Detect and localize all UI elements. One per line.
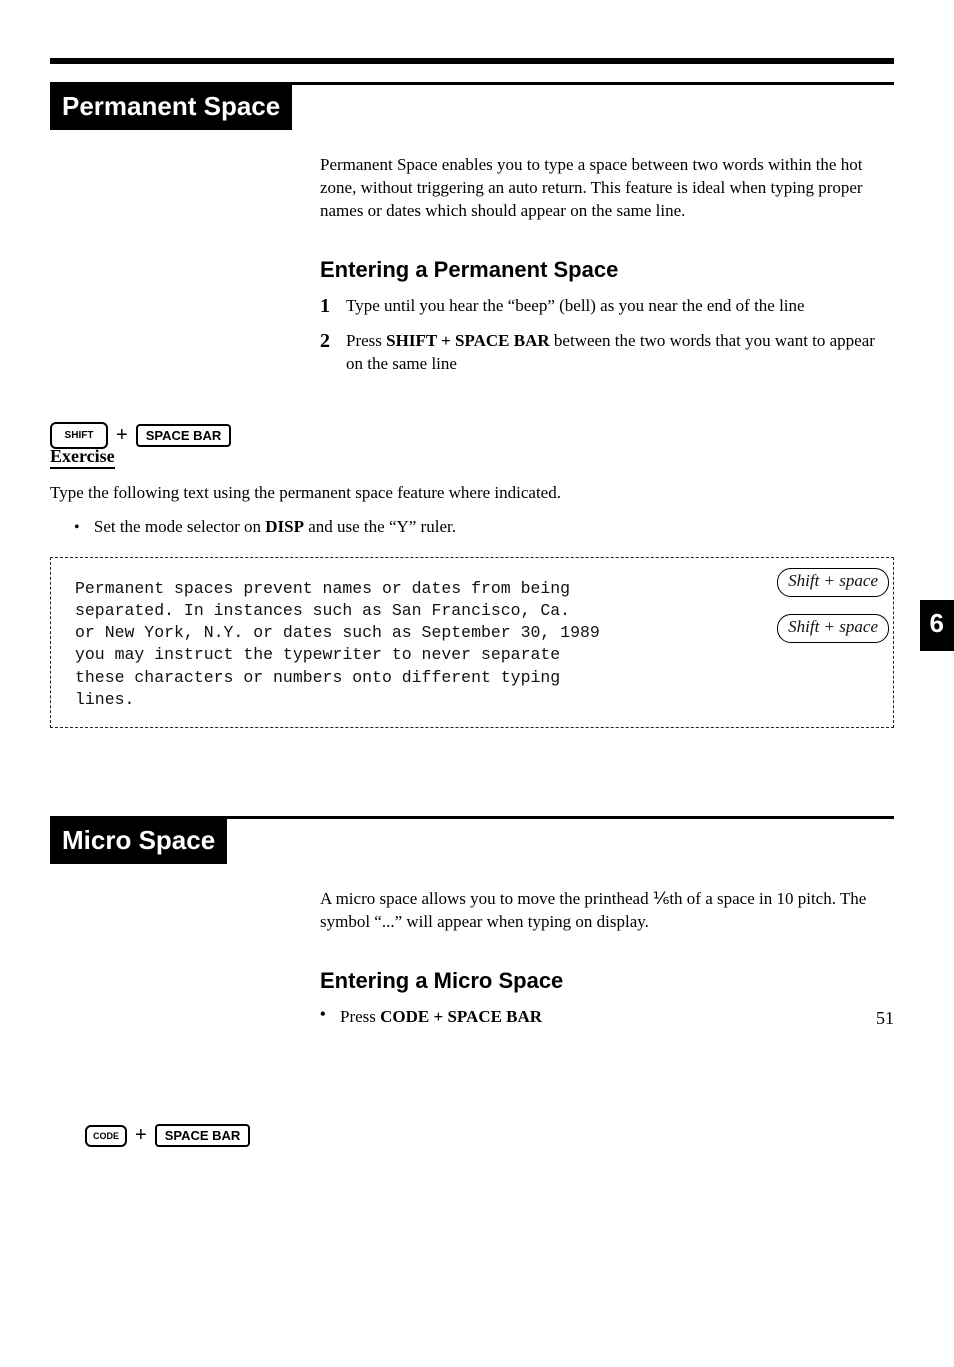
bullet-bold: DISP [265,517,304,536]
sample-line: you may instruct the typewriter to never… [75,644,875,666]
sample-line: these characters or numbers onto differe… [75,667,875,689]
exercise-heading: Exercise [50,446,115,469]
micro-pre: Press [340,1007,380,1026]
step-text: Type until you hear the “beep” (bell) as… [346,295,805,318]
intro-paragraph: Permanent Space enables you to type a sp… [320,154,894,223]
handwritten-note: Shift + space [777,614,889,643]
exercise-setup: Set the mode selector on DISP and use th… [74,517,894,537]
step-number: 1 [320,295,346,318]
intro-paragraph-micro: A micro space allows you to move the pri… [320,888,894,934]
subheading-entering-micro: Entering a Micro Space [320,968,894,994]
chapter-tab: 6 [920,600,954,651]
step-2: 2 Press SHIFT + SPACE BAR between the tw… [320,330,894,376]
keycap-shift: SHIFT [50,422,108,449]
sample-line: Permanent spaces prevent names or dates … [75,578,875,600]
key-cue-shift-space: SHIFT + SPACE BAR [50,422,231,449]
section-permanent-space: Permanent Space [50,82,894,130]
top-rule [50,58,894,64]
plus-icon: + [116,424,128,447]
sample-line: lines. [75,689,875,711]
section-title: Permanent Space [50,85,292,130]
subheading-entering-permanent: Entering a Permanent Space [320,257,894,283]
step2-pre: Press [346,331,386,350]
step-1: 1 Type until you hear the “beep” (bell) … [320,295,894,318]
step-text: Press CODE + SPACE BAR [340,1006,542,1029]
step-text: Press SHIFT + SPACE BAR between the two … [346,330,894,376]
handwritten-note: Shift + space [777,568,889,597]
micro-bullet: • Press CODE + SPACE BAR [320,1006,894,1029]
plus-icon: + [135,1124,147,1147]
bullet-pre: Set the mode selector on [94,517,265,536]
keycap-space-bar: SPACE BAR [155,1124,251,1147]
sample-line: or New York, N.Y. or dates such as Septe… [75,622,875,644]
key-cue-code-space: CODE + SPACE BAR [85,1124,250,1147]
exercise-sample-box: Permanent spaces prevent names or dates … [50,557,894,729]
sample-line: separated. In instances such as San Fran… [75,600,875,622]
bullet-post: and use the “Y” ruler. [304,517,456,536]
section-title: Micro Space [50,819,227,864]
step-number: 2 [320,330,346,376]
keycap-space-bar: SPACE BAR [136,424,232,447]
section-micro-space: Micro Space [50,816,894,864]
micro-bold: CODE + SPACE BAR [380,1007,542,1026]
keycap-code: CODE [85,1125,127,1147]
step2-bold: SHIFT + SPACE BAR [386,331,550,350]
bullet-icon: • [320,1006,340,1029]
exercise-instruction: Type the following text using the perman… [50,483,894,503]
page-number: 51 [876,1008,894,1029]
